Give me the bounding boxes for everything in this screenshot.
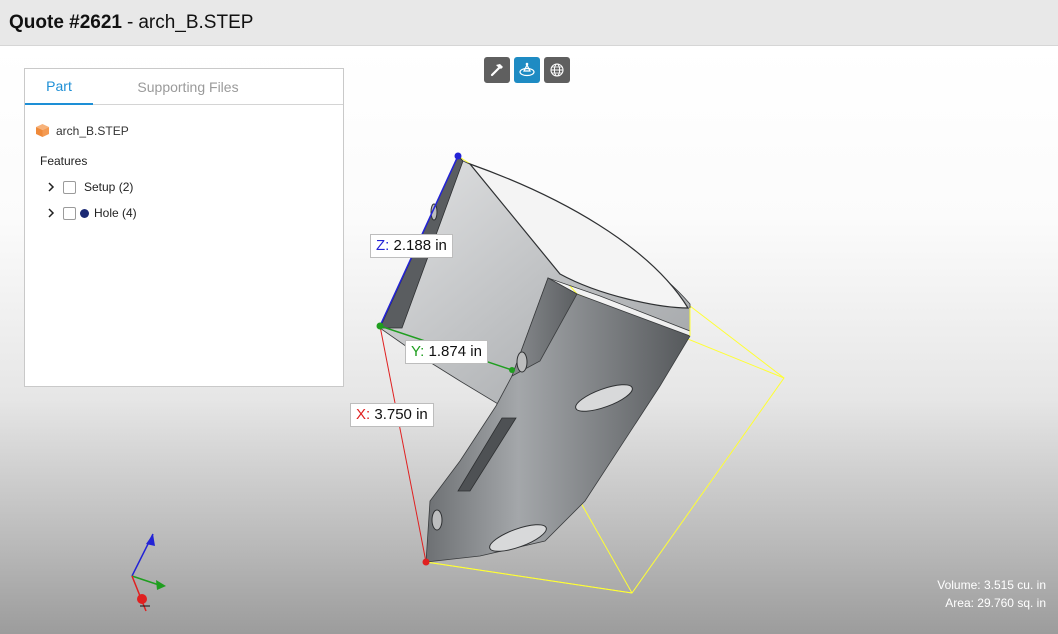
features-heading: Features: [40, 154, 88, 168]
tab-part[interactable]: Part: [25, 69, 93, 105]
volume-stat: Volume: 3.515 cu. in: [937, 578, 1046, 592]
feature-row-hole: Hole (4): [47, 206, 137, 220]
y-dimension-value: 1.874 in: [428, 343, 482, 360]
hammer-icon: [490, 64, 503, 77]
hole-color-dot: [80, 208, 89, 218]
part-view-icon: [519, 62, 535, 77]
y-axis-letter: Y:: [411, 343, 425, 360]
feature-row-setup: Setup (2): [47, 180, 133, 194]
x-endpoint: [422, 558, 430, 566]
globe-icon: [550, 63, 564, 77]
panel-tabs: Part Supporting Files: [25, 69, 343, 105]
tool-button-globe[interactable]: [544, 57, 570, 83]
title-bar: Quote #2621 - arch_B.STEP: [0, 0, 1058, 46]
hole-feature: [431, 509, 443, 531]
feature-label: Setup (2): [84, 180, 134, 194]
part-file-name: arch_B.STEP: [56, 123, 129, 138]
origin-point: [376, 322, 384, 330]
y-dimension-label: Y: 1.874 in: [405, 340, 488, 364]
setup-checkbox[interactable]: [63, 180, 76, 194]
part-file-item[interactable]: arch_B.STEP: [35, 123, 129, 138]
chevron-right-icon[interactable]: [47, 182, 61, 192]
part-stats: Volume: 3.515 cu. in Area: 29.760 sq. in: [937, 576, 1046, 612]
area-stat: Area: 29.760 sq. in: [945, 596, 1046, 610]
3d-viewport[interactable]: Part Supporting Files arch_B.STEP Featur…: [0, 46, 1058, 634]
tab-supporting-files[interactable]: Supporting Files: [93, 69, 283, 105]
z-axis-letter: Z:: [376, 237, 390, 254]
hole-checkbox[interactable]: [63, 206, 76, 220]
part-cube-icon: [35, 123, 50, 138]
x-dimension-label: X: 3.750 in: [350, 403, 434, 427]
part-panel: Part Supporting Files arch_B.STEP Featur…: [24, 68, 344, 387]
feature-label: Hole (4): [94, 206, 137, 220]
y-endpoint: [509, 367, 515, 373]
quote-number: Quote #2621: [9, 11, 122, 33]
hole-feature: [516, 351, 528, 373]
tool-button-hammer[interactable]: [484, 57, 510, 83]
x-axis-letter: X:: [356, 406, 371, 423]
tool-button-part-view[interactable]: [514, 57, 540, 83]
chevron-right-icon[interactable]: [47, 208, 61, 218]
view-toolbar: [484, 57, 570, 83]
z-dimension-label: Z: 2.188 in: [370, 234, 453, 258]
file-title: arch_B.STEP: [138, 11, 254, 33]
axis-triad-icon: [131, 533, 166, 612]
z-dimension-value: 2.188 in: [393, 237, 447, 254]
x-dimension-value: 3.750 in: [374, 406, 428, 423]
title-separator: -: [127, 11, 134, 33]
z-endpoint: [454, 152, 462, 160]
